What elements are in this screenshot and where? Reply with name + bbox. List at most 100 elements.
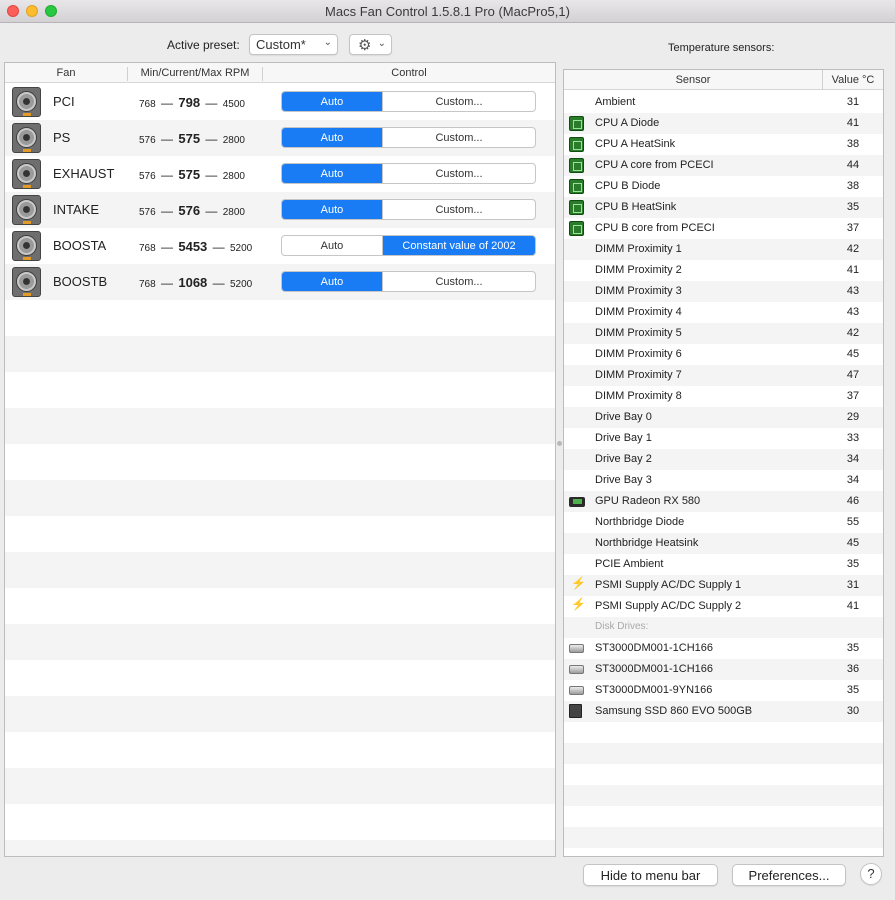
sensor-row[interactable]: DIMM Proximity 7 47 <box>564 365 883 386</box>
sensor-row[interactable]: CPU A HeatSink 38 <box>564 134 883 155</box>
fan-icon <box>12 159 41 189</box>
sensor-row[interactable]: CPU A core from PCECI 44 <box>564 155 883 176</box>
auto-button[interactable]: Auto <box>282 92 383 111</box>
auto-button[interactable]: Auto <box>282 272 383 291</box>
fan-row[interactable]: BOOSTA 768 — 5453 — 5200 Auto Constant valu… <box>5 228 555 264</box>
sensor-row[interactable]: Ambient 31 <box>564 92 883 113</box>
auto-button[interactable]: Auto <box>282 200 383 219</box>
column-header-sensor[interactable]: Sensor <box>564 74 822 86</box>
sensor-row[interactable]: CPU B HeatSink 35 <box>564 197 883 218</box>
sensor-row[interactable]: Drive Bay 0 29 <box>564 407 883 428</box>
custom-button[interactable]: Constant value of 2002 <box>383 236 535 255</box>
fan-row[interactable]: BOOSTB 768 — 1068 — 5200 Auto Custom... <box>5 264 555 300</box>
rpm-min: 768 <box>139 279 156 290</box>
sensor-row[interactable]: DIMM Proximity 8 37 <box>564 386 883 407</box>
rpm-max: 2800 <box>222 135 245 146</box>
settings-menu-button[interactable]: ⚙ ⌄ <box>349 34 392 55</box>
sensor-value: 45 <box>846 348 860 360</box>
sensor-name: PCIE Ambient <box>595 558 664 570</box>
sensor-name: Drive Bay 1 <box>595 432 652 444</box>
sensor-value: 47 <box>846 369 860 381</box>
sensor-value: 33 <box>846 432 860 444</box>
empty-row <box>5 660 555 696</box>
fan-name: EXHAUST <box>53 166 115 181</box>
fan-row[interactable]: INTAKE 576 — 576 — 2800 Auto Custom... <box>5 192 555 228</box>
sensor-row[interactable]: Northbridge Heatsink 45 <box>564 533 883 554</box>
auto-button[interactable]: Auto <box>282 128 383 147</box>
rpm-current: 576 <box>178 203 201 218</box>
sensor-name: DIMM Proximity 7 <box>595 369 682 381</box>
fan-rpm: 768 — 5453 — 5200 <box>139 239 253 254</box>
sensor-row[interactable]: ST3000DM001-9YN166 35 <box>564 680 883 701</box>
sensor-row[interactable]: ST3000DM001-1CH166 36 <box>564 659 883 680</box>
sensor-row[interactable]: DIMM Proximity 2 41 <box>564 260 883 281</box>
sensor-row[interactable]: Northbridge Diode 55 <box>564 512 883 533</box>
hard-drive-icon <box>569 686 584 695</box>
sensor-row[interactable]: ⚡ PSMI Supply AC/DC Supply 2 41 <box>564 596 883 617</box>
sensor-row[interactable]: CPU A Diode 41 <box>564 113 883 134</box>
hard-drive-icon <box>569 665 584 674</box>
empty-row <box>5 588 555 624</box>
sensor-row[interactable]: CPU B Diode 38 <box>564 176 883 197</box>
custom-button[interactable]: Custom... <box>383 128 535 147</box>
preferences-button[interactable]: Preferences... <box>732 864 846 886</box>
sensor-value: 41 <box>846 264 860 276</box>
sensor-name: CPU B Diode <box>595 180 661 192</box>
fan-row[interactable]: PS 576 — 575 — 2800 Auto Custom... <box>5 120 555 156</box>
sensor-name: Ambient <box>595 96 636 108</box>
empty-row <box>5 840 555 856</box>
fan-row[interactable]: EXHAUST 576 — 575 — 2800 Auto Custom... <box>5 156 555 192</box>
sensor-value: 30 <box>846 705 860 717</box>
sensor-value: 38 <box>846 138 860 150</box>
column-header-fan[interactable]: Fan <box>5 67 127 79</box>
fan-icon <box>12 87 41 117</box>
sensor-name: CPU B HeatSink <box>595 201 677 213</box>
sensor-name: PSMI Supply AC/DC Supply 1 <box>595 579 742 591</box>
column-header-control[interactable]: Control <box>263 67 555 79</box>
fan-name: BOOSTA <box>53 238 107 253</box>
fan-control-segmented: Auto Custom... <box>281 271 536 292</box>
sensor-value: 45 <box>846 537 860 549</box>
sensor-value: 35 <box>846 684 860 696</box>
empty-row <box>564 785 883 806</box>
sensor-row[interactable]: DIMM Proximity 3 43 <box>564 281 883 302</box>
fan-control-segmented: Auto Custom... <box>281 199 536 220</box>
auto-button[interactable]: Auto <box>282 164 383 183</box>
sensor-name: Drive Bay 0 <box>595 411 652 423</box>
sensor-row[interactable]: PCIE Ambient 35 <box>564 554 883 575</box>
column-header-value[interactable]: Value °C <box>823 74 883 86</box>
fan-row[interactable]: PCI 768 — 798 — 4500 Auto Custom... <box>5 84 555 120</box>
column-header-rpm[interactable]: Min/Current/Max RPM <box>128 67 262 79</box>
fan-rpm: 576 — 575 — 2800 <box>139 167 245 182</box>
auto-button[interactable]: Auto <box>282 236 383 255</box>
sensor-value: 42 <box>846 243 860 255</box>
sensor-row[interactable]: DIMM Proximity 1 42 <box>564 239 883 260</box>
sensor-row[interactable]: GPU Radeon RX 580 46 <box>564 491 883 512</box>
custom-button[interactable]: Custom... <box>383 164 535 183</box>
sensor-name: DIMM Proximity 2 <box>595 264 682 276</box>
sensor-row[interactable]: ST3000DM001-1CH166 35 <box>564 638 883 659</box>
fan-name: BOOSTB <box>53 274 108 289</box>
help-button[interactable]: ? <box>860 863 882 885</box>
sensor-row[interactable]: ⚡ PSMI Supply AC/DC Supply 1 31 <box>564 575 883 596</box>
split-view-handle[interactable] <box>557 441 562 446</box>
sensor-row[interactable]: DIMM Proximity 5 42 <box>564 323 883 344</box>
sensor-row[interactable]: Drive Bay 2 34 <box>564 449 883 470</box>
preset-select[interactable]: Custom* ⌄ <box>249 34 338 55</box>
custom-button[interactable]: Custom... <box>383 92 535 111</box>
custom-button[interactable]: Custom... <box>383 272 535 291</box>
sensor-name: CPU A Diode <box>595 117 660 129</box>
cpu-chip-icon <box>569 200 584 215</box>
sensor-row[interactable]: DIMM Proximity 4 43 <box>564 302 883 323</box>
sensor-row[interactable]: DIMM Proximity 6 45 <box>564 344 883 365</box>
sensor-value: 38 <box>846 180 860 192</box>
sensor-value: 41 <box>846 117 860 129</box>
ssd-drive-icon <box>569 704 582 718</box>
sensor-row[interactable]: Drive Bay 3 34 <box>564 470 883 491</box>
sensor-row[interactable]: CPU B core from PCECI 37 <box>564 218 883 239</box>
sensor-row[interactable]: Drive Bay 1 33 <box>564 428 883 449</box>
sensor-row[interactable]: Samsung SSD 860 EVO 500GB 30 <box>564 701 883 722</box>
fan-table: Fan Min/Current/Max RPM Control PCI 768 —… <box>4 62 556 857</box>
custom-button[interactable]: Custom... <box>383 200 535 219</box>
hide-to-menu-bar-button[interactable]: Hide to menu bar <box>583 864 718 886</box>
